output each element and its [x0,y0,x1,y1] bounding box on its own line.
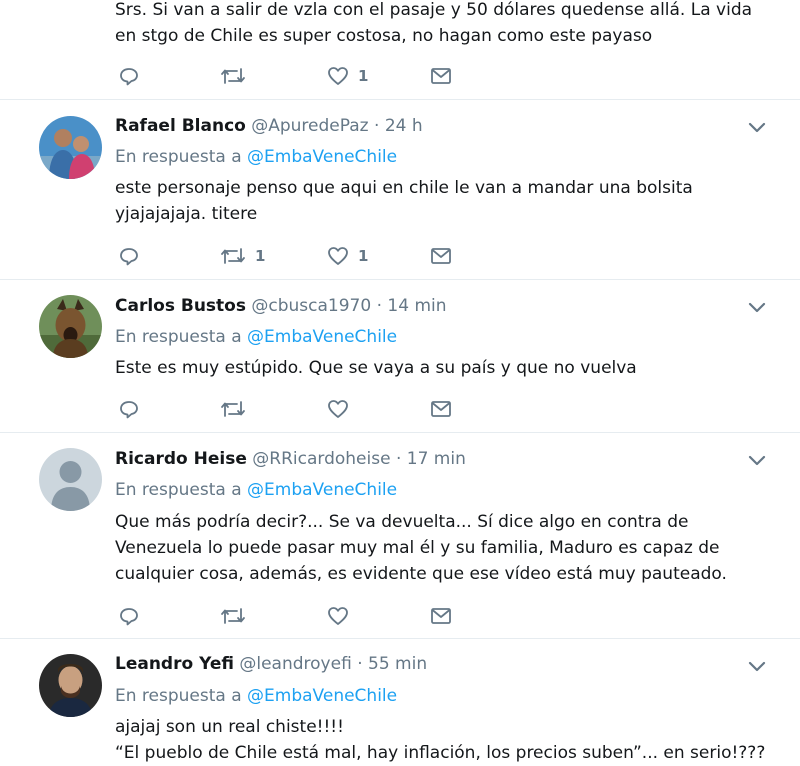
direct-message-button[interactable] [430,64,452,88]
tweet-actions [115,604,475,628]
tweet[interactable]: Carlos Bustos @cbusca1970 · 14 min En re… [0,280,800,433]
like-icon [328,247,348,265]
direct-message-button[interactable] [430,244,452,268]
like-count: 1 [358,67,369,85]
username[interactable]: @RRicardoheise [252,449,390,469]
chevron-down-icon[interactable] [748,302,766,314]
tweet-text: ajajaj son un real chiste!!!! “El pueblo… [115,717,766,763]
retweet-button[interactable] [220,397,255,421]
reply-icon [120,248,138,266]
timestamp[interactable]: 14 min [387,296,446,316]
like-button[interactable]: 1 [327,244,368,268]
avatar[interactable] [39,654,102,717]
like-button[interactable] [327,604,358,628]
username[interactable]: @leandroyefi [239,654,351,674]
reply-button[interactable] [119,244,139,268]
like-button[interactable]: 1 [327,64,368,88]
avatar-photo [39,295,102,358]
avatar[interactable] [39,448,102,511]
tweet-header: Rafael Blanco @ApuredePaz · 24 h [115,116,423,136]
tweet-text: Que más podría decir?... Se va devuelta.… [115,512,727,584]
separator-dot: · [357,654,363,674]
display-name[interactable]: Carlos Bustos [115,296,246,316]
default-avatar-icon [39,448,102,511]
separator-dot: · [395,449,402,469]
reply-icon [120,68,138,86]
retweet-icon [221,401,245,417]
tweet-text: Este es muy estúpido. Que se vaya a su p… [115,358,637,378]
tweet[interactable]: Rafael Blanco @ApuredePaz · 24 h En resp… [0,100,800,280]
tweet-header: Ricardo Heise @RRicardoheise · 17 min [115,449,466,469]
like-icon [328,400,348,418]
avatar-photo [39,116,102,179]
like-button[interactable] [327,397,358,421]
direct-message-button[interactable] [430,604,452,628]
separator-dot: · [374,116,380,136]
reply-context: En respuesta a @EmbaVeneChile [115,686,397,706]
reply-prefix: En respuesta a [115,686,242,706]
username[interactable]: @cbusca1970 [251,296,371,316]
retweet-icon [221,608,245,624]
tweet-header: Leandro Yefi @leandroyefi · 55 min [115,654,427,674]
tweet-text: este personaje penso que aqui en chile l… [115,178,693,224]
display-name[interactable]: Ricardo Heise [115,449,247,469]
avatar[interactable] [39,295,102,358]
direct-message-icon [431,608,451,624]
reply-mention-link[interactable]: @EmbaVeneChile [247,147,397,167]
direct-message-icon [431,68,451,84]
tweet-actions [115,397,475,421]
reply-mention-link[interactable]: @EmbaVeneChile [247,327,397,347]
display-name[interactable]: Rafael Blanco [115,116,246,136]
chevron-down-icon[interactable] [748,122,766,134]
tweet-text: Srs. Si van a salir de vzla con el pasaj… [115,0,753,46]
reply-context: En respuesta a @EmbaVeneChile [115,327,397,347]
tweet-header: Carlos Bustos @cbusca1970 · 14 min [115,296,447,316]
separator-dot: · [376,296,382,316]
username[interactable]: @ApuredePaz [251,116,368,136]
timestamp[interactable]: 24 h [385,116,423,136]
tweet-actions: 1 1 [115,244,475,268]
retweet-button[interactable]: 1 [220,244,265,268]
reply-button[interactable] [119,64,139,88]
chevron-down-icon[interactable] [748,455,766,467]
like-icon [328,607,348,625]
tweet[interactable]: Srs. Si van a salir de vzla con el pasaj… [0,0,800,100]
reply-mention-link[interactable]: @EmbaVeneChile [247,686,397,706]
retweet-icon [221,68,245,84]
timestamp[interactable]: 55 min [368,654,427,674]
reply-context: En respuesta a @EmbaVeneChile [115,147,397,167]
timestamp[interactable]: 17 min [407,449,466,469]
direct-message-button[interactable] [430,397,452,421]
reply-icon [120,608,138,626]
reply-button[interactable] [119,604,139,628]
reply-button[interactable] [119,397,139,421]
reply-context: En respuesta a @EmbaVeneChile [115,480,397,500]
tweet[interactable]: Ricardo Heise @RRicardoheise · 17 min En… [0,433,800,639]
retweet-count: 1 [255,247,266,265]
tweet-actions: 1 [115,64,475,88]
reply-prefix: En respuesta a [115,480,242,500]
direct-message-icon [431,401,451,417]
retweet-button[interactable] [220,64,255,88]
reply-icon [120,401,138,419]
like-count: 1 [358,247,369,265]
direct-message-icon [431,248,451,264]
retweet-button[interactable] [220,604,255,628]
chevron-down-icon[interactable] [748,661,766,673]
retweet-icon [221,248,245,264]
avatar[interactable] [39,116,102,179]
reply-prefix: En respuesta a [115,327,242,347]
reply-mention-link[interactable]: @EmbaVeneChile [247,480,397,500]
display-name[interactable]: Leandro Yefi [115,654,234,674]
like-icon [328,67,348,85]
tweet[interactable]: Leandro Yefi @leandroyefi · 55 min En re… [0,639,800,763]
avatar-photo [39,654,102,717]
reply-prefix: En respuesta a [115,147,242,167]
